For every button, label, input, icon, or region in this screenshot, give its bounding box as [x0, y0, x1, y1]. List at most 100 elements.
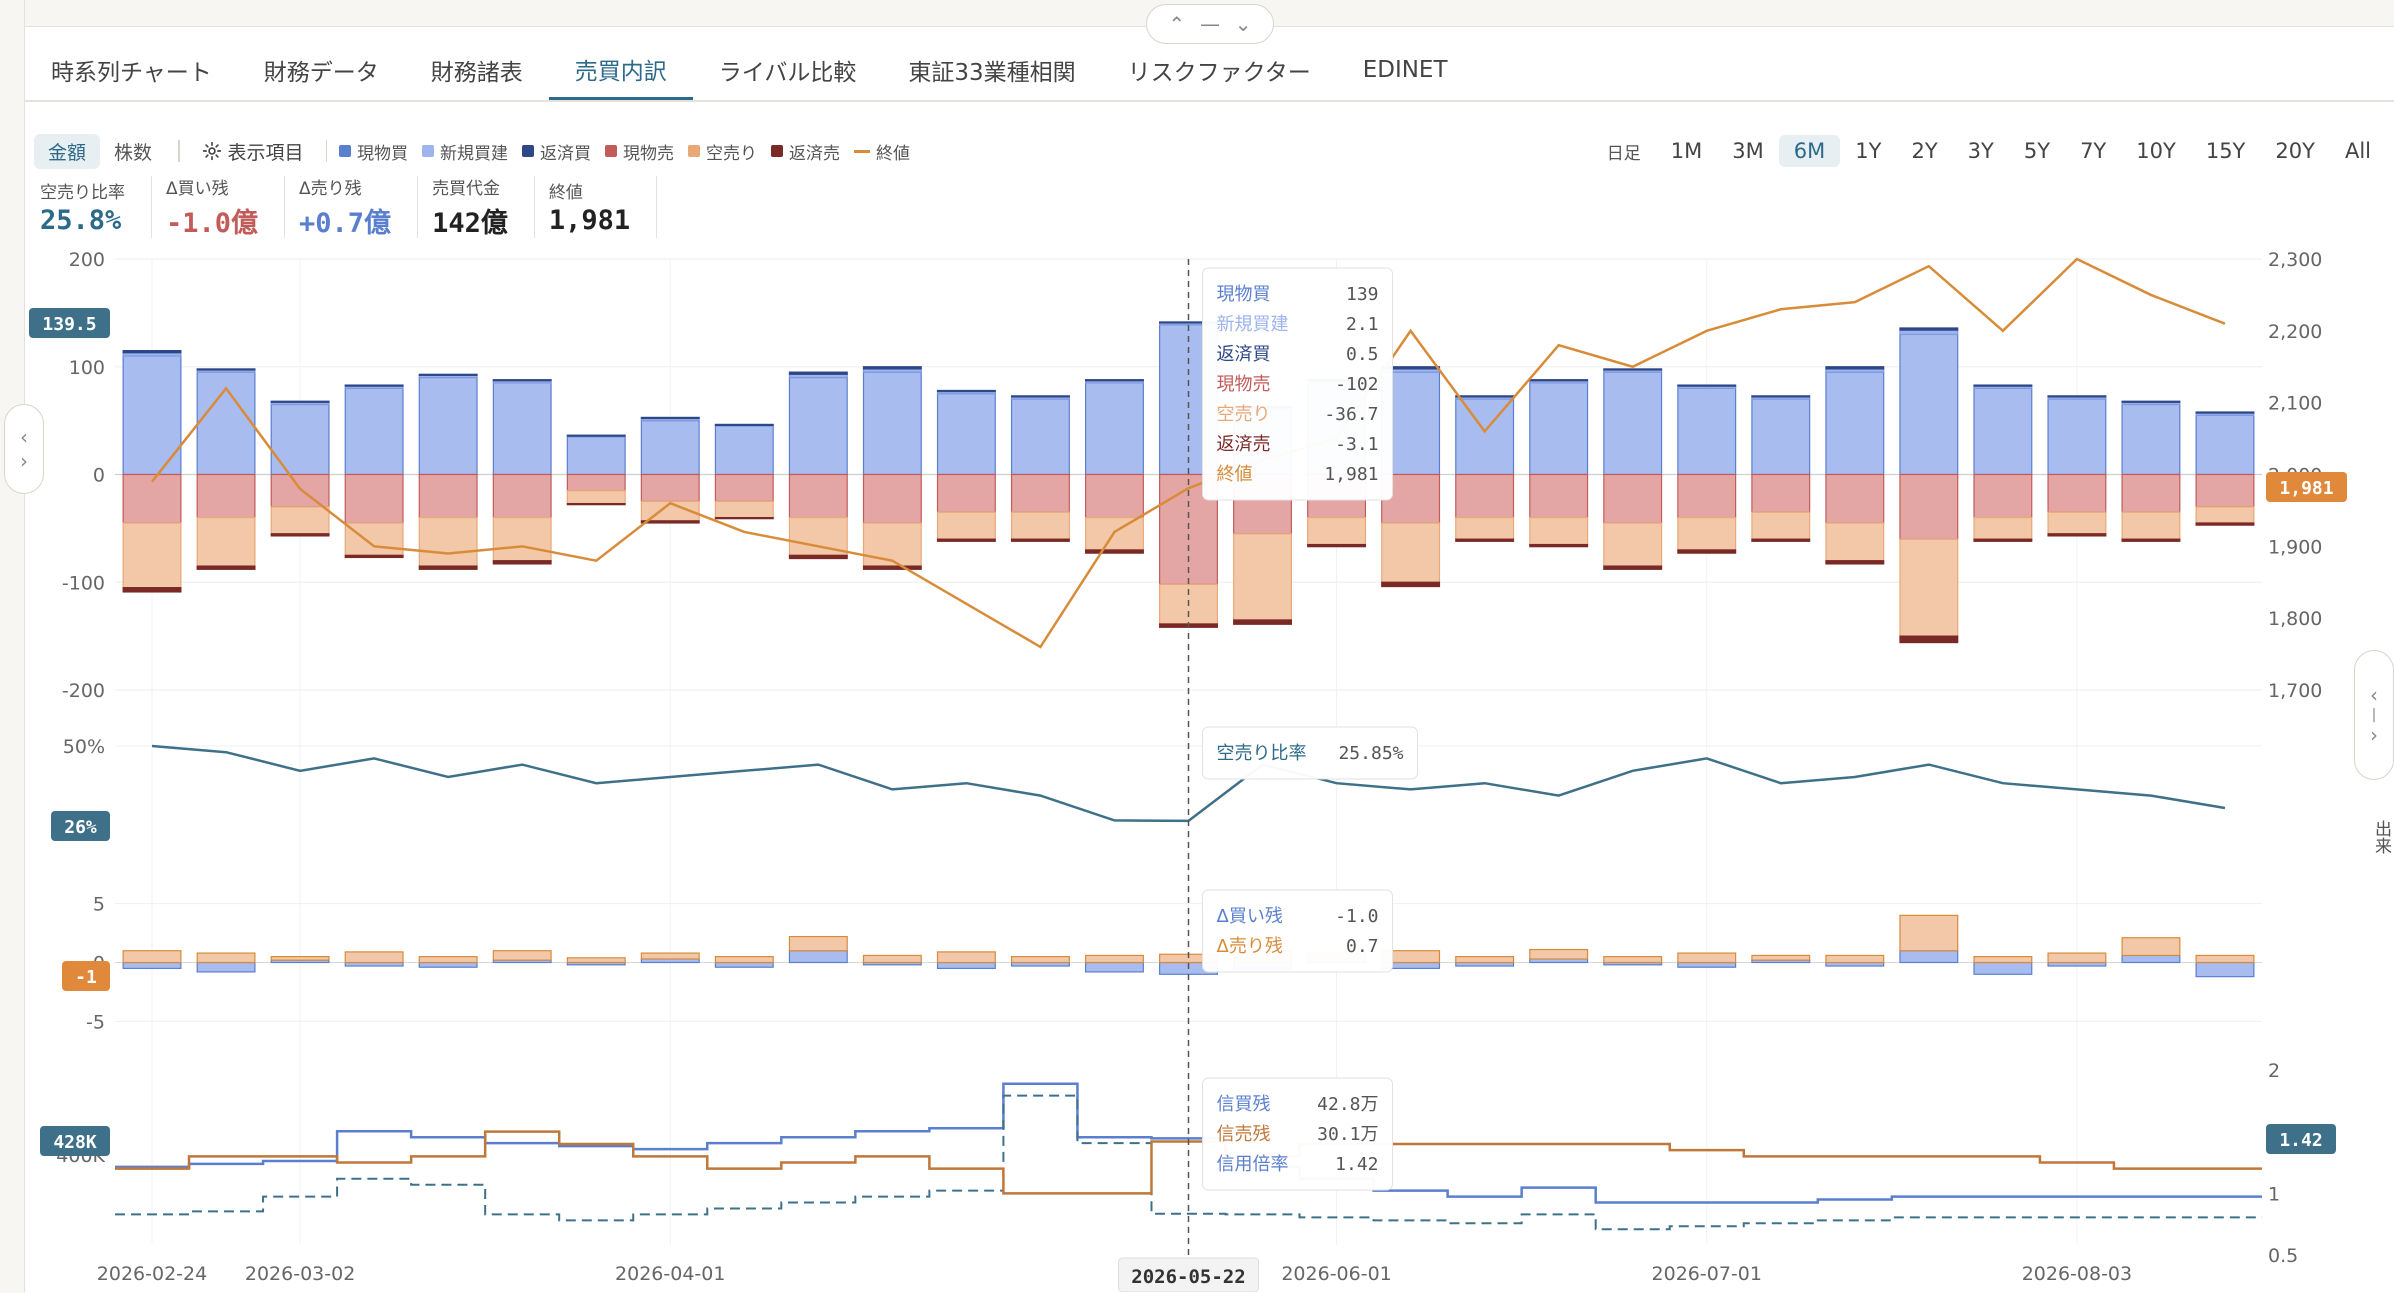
bar-現物売[interactable] [122, 473, 182, 524]
chevron-right-icon[interactable]: › [2370, 723, 2378, 747]
bar-delta-sell[interactable] [196, 952, 256, 964]
chevron-left-icon[interactable]: ‹ [2370, 683, 2378, 707]
bar-現物買[interactable] [714, 425, 774, 476]
bar-空売り[interactable] [2195, 506, 2255, 524]
bar-delta-buy[interactable] [2195, 961, 2255, 978]
bar-返済買[interactable] [1010, 395, 1070, 398]
bar-返済買[interactable] [492, 379, 552, 382]
bar-返済買[interactable] [2047, 395, 2107, 398]
bar-返済売[interactable] [1084, 549, 1144, 554]
bar-delta-sell[interactable] [1825, 954, 1885, 964]
bar-返済買[interactable] [788, 371, 848, 375]
bar-現物買[interactable] [936, 393, 996, 476]
bar-delta-sell[interactable] [492, 950, 552, 961]
bar-delta-sell[interactable] [640, 952, 700, 960]
bar-delta-sell[interactable] [1603, 956, 1663, 964]
chart-area[interactable]: 2001000-100-2002,3002,2002,1002,0001,900… [0, 0, 2394, 1292]
bar-delta-buy[interactable] [122, 961, 182, 969]
bar-delta-sell[interactable] [566, 957, 626, 964]
bar-空売り[interactable] [1603, 522, 1663, 567]
bar-現物買[interactable] [1084, 382, 1144, 476]
bar-返済売[interactable] [1529, 543, 1589, 548]
bar-空売り[interactable] [1529, 516, 1589, 546]
bar-現物買[interactable] [1825, 371, 1885, 476]
bar-現物買[interactable] [1677, 387, 1737, 476]
bar-delta-sell[interactable] [862, 954, 922, 964]
bar-空売り[interactable] [418, 516, 478, 567]
bar-空売り[interactable] [1973, 516, 2033, 540]
bar-現物売[interactable] [640, 473, 700, 503]
bar-現物買[interactable] [1603, 371, 1663, 476]
bar-現物買[interactable] [344, 387, 404, 476]
bar-空売り[interactable] [1307, 516, 1367, 546]
bar-返済売[interactable] [2047, 533, 2107, 537]
bar-現物買[interactable] [418, 376, 478, 476]
bar-空売り[interactable] [1677, 516, 1737, 551]
bar-delta-buy[interactable] [1084, 961, 1144, 973]
bar-空売り[interactable] [1825, 522, 1885, 562]
bar-返済買[interactable] [1529, 379, 1589, 382]
bar-delta-sell[interactable] [1751, 954, 1811, 961]
bar-空売り[interactable] [344, 522, 404, 556]
bar-delta-sell[interactable] [714, 956, 774, 964]
bar-現物買[interactable] [2047, 398, 2107, 476]
bar-返済買[interactable] [1084, 379, 1144, 382]
bar-返済買[interactable] [1899, 327, 1959, 331]
bar-返済買[interactable] [270, 400, 330, 403]
bar-返済売[interactable] [714, 516, 774, 520]
bar-delta-sell[interactable] [122, 950, 182, 964]
bar-新規買建[interactable] [1899, 329, 1959, 336]
bar-現物売[interactable] [1529, 473, 1589, 519]
bar-delta-sell[interactable] [418, 956, 478, 964]
bar-返済売[interactable] [1899, 635, 1959, 644]
bar-delta-sell[interactable] [1455, 956, 1515, 964]
left-scroll-button[interactable]: ‹ › [4, 404, 44, 494]
bar-delta-sell[interactable] [1529, 948, 1589, 960]
bar-現物売[interactable] [270, 473, 330, 508]
bar-現物売[interactable] [936, 473, 996, 513]
bar-現物売[interactable] [418, 473, 478, 519]
bar-delta-buy[interactable] [788, 950, 848, 964]
bar-空売り[interactable] [270, 506, 330, 535]
bar-返済買[interactable] [1455, 395, 1515, 398]
bar-現物買[interactable] [640, 420, 700, 476]
bar-delta-sell[interactable] [936, 951, 996, 964]
bar-現物買[interactable] [1010, 398, 1070, 476]
bar-返済売[interactable] [788, 554, 848, 560]
bar-現物売[interactable] [1084, 473, 1144, 519]
bar-delta-sell[interactable] [1899, 914, 1959, 952]
bar-現物買[interactable] [1973, 387, 2033, 476]
bar-現物売[interactable] [1751, 473, 1811, 513]
bar-返済売[interactable] [1381, 581, 1441, 588]
bar-返済買[interactable] [418, 373, 478, 376]
bar-delta-buy[interactable] [1677, 961, 1737, 968]
bar-返済買[interactable] [862, 366, 922, 370]
bar-返済買[interactable] [1751, 395, 1811, 398]
bar-delta-sell[interactable] [2121, 937, 2181, 957]
bar-空売り[interactable] [492, 516, 552, 562]
bar-delta-buy[interactable] [196, 961, 256, 973]
bar-返済売[interactable] [418, 565, 478, 570]
bar-delta-buy[interactable] [418, 961, 478, 968]
bar-現物売[interactable] [2121, 473, 2181, 513]
bar-空売り[interactable] [1010, 511, 1070, 540]
bar-返済売[interactable] [196, 565, 256, 570]
right-scroll-button[interactable]: ‹ | › [2354, 650, 2394, 780]
bar-現物買[interactable] [862, 371, 922, 476]
bar-返済売[interactable] [1307, 543, 1367, 548]
chevron-left-icon[interactable]: ‹ [20, 425, 28, 449]
bar-返済買[interactable] [2121, 400, 2181, 403]
bar-現物買[interactable] [270, 403, 330, 476]
bar-返済買[interactable] [122, 349, 182, 354]
bar-返済売[interactable] [862, 565, 922, 570]
bar-返済売[interactable] [1010, 538, 1070, 542]
bar-返済買[interactable] [1677, 384, 1737, 387]
bar-空売り[interactable] [1751, 511, 1811, 540]
bar-現物売[interactable] [2047, 473, 2107, 513]
bar-空売り[interactable] [196, 516, 256, 567]
bar-返済売[interactable] [936, 538, 996, 542]
bar-空売り[interactable] [122, 522, 182, 589]
bar-現物売[interactable] [1825, 473, 1885, 524]
bar-現物売[interactable] [714, 473, 774, 503]
bar-空売り[interactable] [936, 511, 996, 540]
